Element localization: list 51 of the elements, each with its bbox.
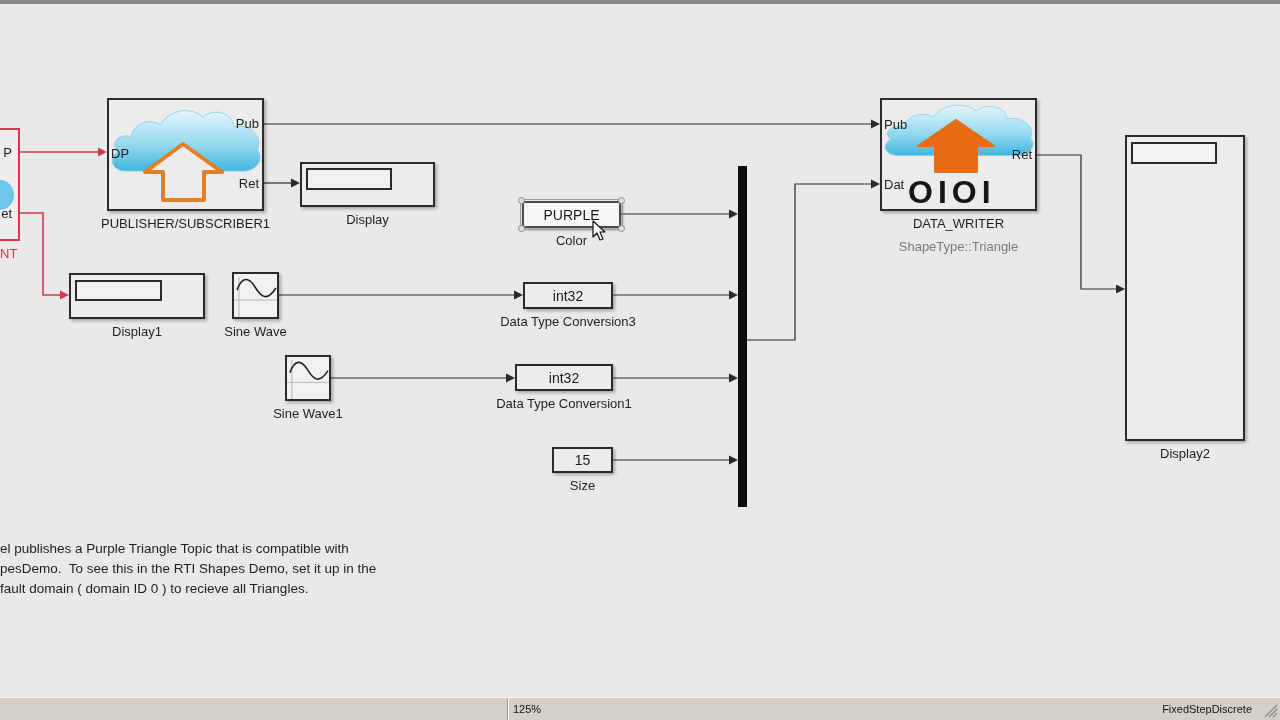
sine-wave-block[interactable] [285,355,331,401]
constant-block[interactable]: PURPLE [522,201,621,228]
block-label: Color [555,233,588,248]
block-label: Sine Wave [224,324,287,339]
port-label: Ret [238,176,259,191]
signal-line[interactable] [612,290,738,300]
block-label: Data Type Conversion3 [500,314,636,329]
sine-wave-icon [287,357,329,399]
port-label: et [1,206,12,221]
port-label: DP [111,146,130,161]
conversion-block[interactable]: int32 [523,282,613,309]
subsystem-block[interactable]: P et [0,128,20,241]
selection-handle[interactable] [518,197,525,204]
block-label: Sine Wave1 [273,406,343,421]
signal-line[interactable] [263,178,300,188]
signal-line[interactable] [612,373,738,383]
display-block[interactable] [300,162,435,207]
port-label: Pub [884,117,908,132]
block-label: Display1 [112,324,162,339]
block-subtitle: ShapeType::Triangle [898,239,1019,254]
solver-name: FixedStepDiscrete [1162,701,1252,717]
signal-line[interactable] [620,209,738,219]
display-block[interactable] [69,273,205,319]
sine-wave-block[interactable] [232,272,279,319]
block-label: DATA_WRITER [912,216,1005,231]
signal-line[interactable] [278,290,523,300]
signal-line[interactable] [330,373,515,383]
signal-line[interactable] [612,455,738,465]
dds-block[interactable]: Pub DP Ret [107,98,264,211]
icon-text: OIOI [908,176,996,208]
selection-handle[interactable] [518,225,525,232]
block-label: Display [346,212,389,227]
port-label: Dat [884,177,905,192]
sine-wave-icon [234,274,277,317]
zoom-level: 125% [513,701,542,717]
port-label: Pub [235,116,259,131]
annotation-text: el publishes a Purple Triangle Topic that is compatible with pesDemo. To see this in the RTI Shapes Demo, set it up in the fault domain ( domain ID 0 ) to recieve all Triangles. [0,540,377,598]
block-label: PUBLISHER/SUBSCRIBER1 [100,216,271,231]
mouse-pointer-icon [592,220,606,242]
block-label: Display2 [1160,446,1210,461]
block-label: Data Type Conversion1 [496,396,632,411]
cloud-icon [0,180,14,210]
conversion-block[interactable]: int32 [515,364,613,391]
selection-handle[interactable] [618,225,625,232]
constant-block[interactable]: 15 [552,447,613,473]
port-label: P [3,145,12,160]
display-block[interactable] [1125,135,1245,441]
selection-handle[interactable] [618,197,625,204]
block-label: Size [569,478,596,493]
block-label: NT [0,246,18,261]
resize-grip-icon[interactable] [1262,702,1278,718]
